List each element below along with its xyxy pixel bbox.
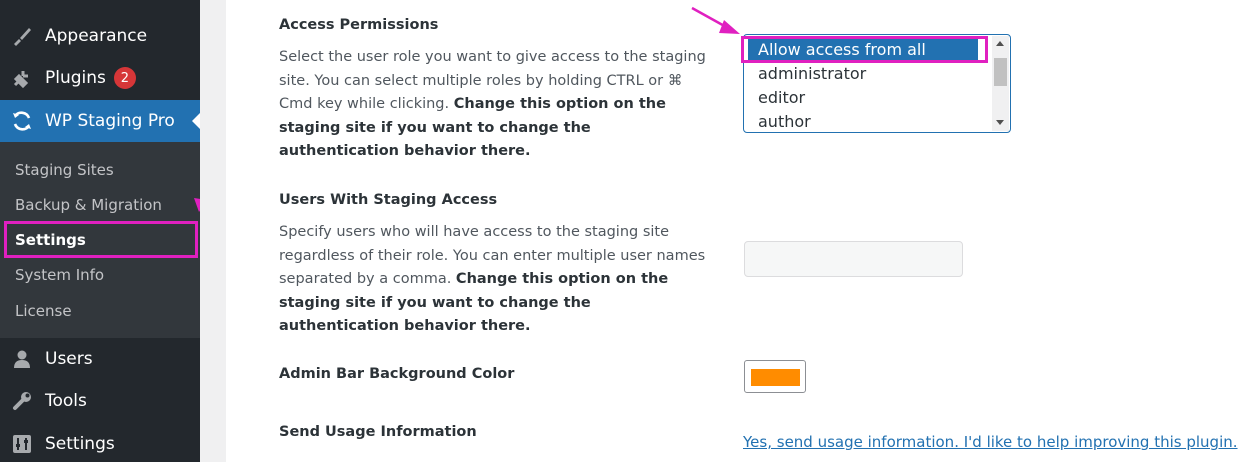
menu-item-plugins[interactable]: Plugins 2: [0, 57, 200, 99]
submenu-item-staging-sites[interactable]: Staging Sites: [15, 158, 114, 182]
scroll-down-icon[interactable]: [996, 120, 1004, 125]
admin-bar-color-picker[interactable]: [744, 360, 806, 393]
access-permissions-description: Select the user role you want to give ac…: [279, 46, 709, 164]
submenu-item-license[interactable]: License: [15, 299, 72, 323]
menu-label: Tools: [45, 391, 87, 411]
option-editor[interactable]: editor: [758, 86, 805, 110]
submenu-item-backup-migration[interactable]: Backup & Migration: [15, 193, 162, 217]
menu-item-appearance[interactable]: Appearance: [0, 15, 200, 57]
paintbrush-icon: [10, 24, 34, 48]
menu-label: Plugins: [45, 68, 106, 88]
sliders-icon: [10, 432, 34, 456]
scroll-up-icon[interactable]: [996, 41, 1004, 46]
highlight-box-allow-all: [741, 36, 988, 63]
annotation-arrow-select: [691, 6, 740, 34]
current-menu-arrow: [192, 113, 200, 129]
menu-item-wp-staging-pro[interactable]: WP Staging Pro: [0, 100, 200, 142]
submenu-item-system-info[interactable]: System Info: [15, 263, 104, 287]
highlight-box-settings: [4, 221, 198, 258]
access-permissions-label: Access Permissions: [279, 17, 439, 33]
option-author[interactable]: author: [758, 110, 811, 132]
scrollbar-thumb[interactable]: [994, 58, 1007, 86]
select-scrollbar[interactable]: [992, 36, 1009, 131]
menu-label: Appearance: [45, 26, 148, 46]
color-swatch: [751, 369, 800, 386]
menu-item-users[interactable]: Users: [0, 338, 200, 380]
refresh-icon: [10, 109, 34, 133]
send-usage-link[interactable]: Yes, send usage information. I'd like to…: [743, 433, 1238, 451]
menu-label: WP Staging Pro: [45, 111, 175, 131]
menu-item-tools[interactable]: Tools: [0, 380, 200, 422]
update-count-badge: 2: [113, 67, 136, 89]
users-with-access-input[interactable]: [744, 241, 963, 277]
option-administrator[interactable]: administrator: [758, 62, 866, 86]
menu-label: Settings: [45, 434, 115, 454]
admin-bar-color-label: Admin Bar Background Color: [279, 366, 515, 382]
users-with-access-description: Specify users who will have access to th…: [279, 221, 709, 339]
users-with-access-label: Users With Staging Access: [279, 192, 498, 208]
plugin-icon: [10, 66, 34, 90]
wrench-icon: [10, 389, 34, 413]
send-usage-label: Send Usage Information: [279, 424, 477, 440]
menu-item-settings[interactable]: Settings: [0, 423, 200, 465]
menu-label: Users: [45, 349, 93, 369]
user-icon: [10, 347, 34, 371]
content-gutter: [200, 0, 226, 462]
